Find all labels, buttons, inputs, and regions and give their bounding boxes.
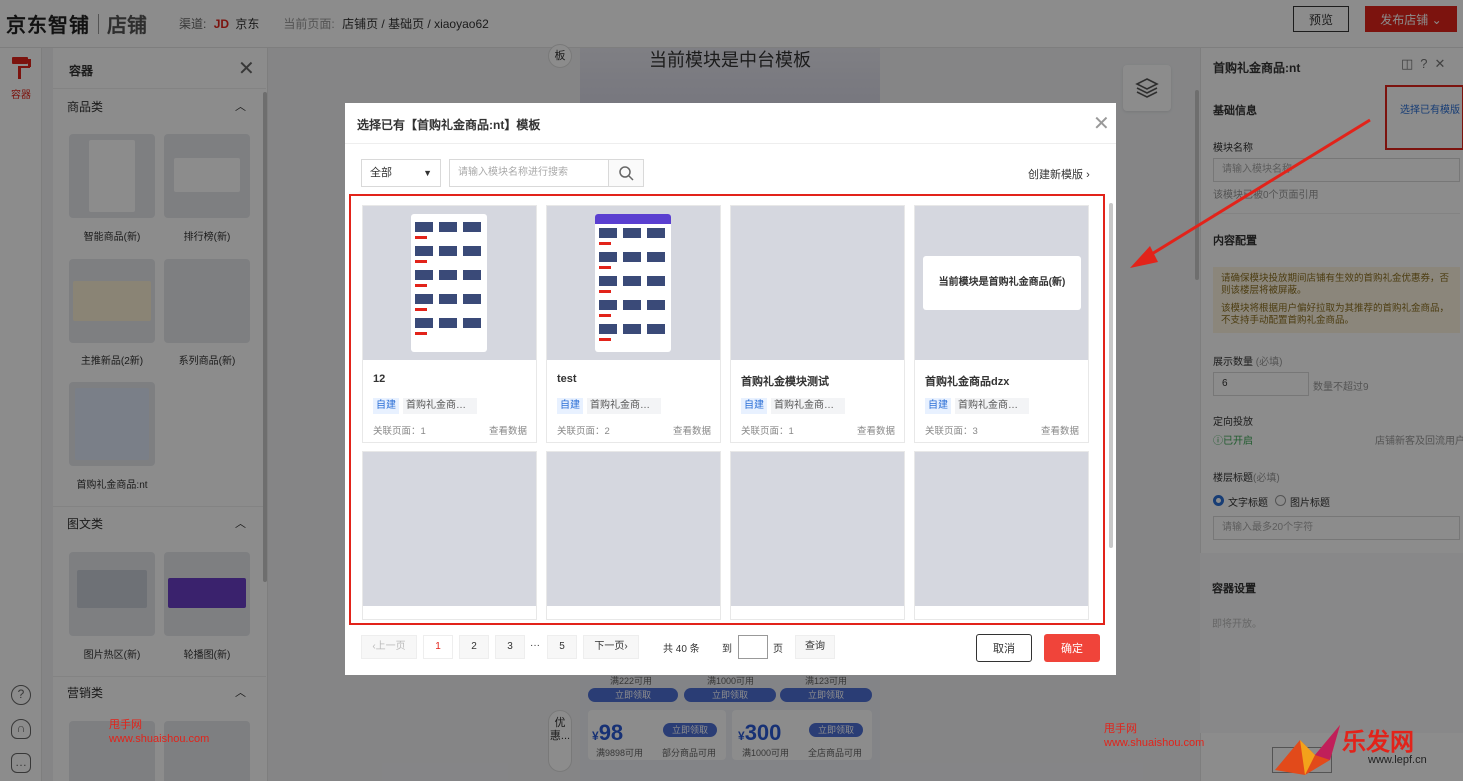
card-name: test [557,373,577,385]
template-card[interactable] [546,451,721,620]
template-card[interactable]: 当前模块是首购礼金商品(新) 首购礼金商品dzx 自建 首购礼金商品... 关联… [914,205,1089,443]
page-unit-label: 页 [773,644,783,655]
prev-label: 上一页 [375,641,406,652]
card-thumbnail [731,452,904,606]
related-count: 1 [788,426,794,437]
view-data-link[interactable]: 查看数据 [673,423,711,437]
watermark-name: 甩手网 [1104,723,1137,735]
page-ellipsis: ··· [530,640,540,651]
card-category: 首购礼金商品... [587,398,661,414]
card-thumbnail [547,452,720,606]
template-card[interactable] [730,451,905,620]
scrollbar[interactable] [1109,203,1113,548]
card-name: 12 [373,373,386,385]
related-count: 3 [972,426,978,437]
lefa-logo-watermark: 乐发网 www.lepf.cn [1270,718,1463,781]
close-icon[interactable]: ✕ [1093,111,1110,136]
template-card[interactable]: 首购礼金模块测试 自建 首购礼金商品... 关联页面：1 查看数据 [730,205,905,443]
card-thumbnail [547,206,720,360]
watermark-url: www.shuaishou.com [109,733,210,745]
card-tag: 自建 [741,398,767,414]
card-related-pages: 关联页面：1 [741,423,794,437]
card-category: 首购礼金商品... [403,398,477,414]
related-count: 2 [604,426,610,437]
card-category: 首购礼金商品... [771,398,845,414]
template-card[interactable] [362,451,537,620]
card-name: 首购礼金模块测试 [741,376,829,388]
watermark-right: 甩手网 www.shuaishou.com [1104,722,1204,750]
lefa-logo-text: 乐发网 [1342,729,1414,756]
card-thumbnail [915,452,1088,606]
next-label: 下一页 [594,641,625,652]
page-button-2[interactable]: 2 [459,635,489,659]
watermark-name: 甩手网 [109,719,142,731]
card-thumbnail [731,206,904,360]
module-banner: 当前模块是首购礼金商品(新) [923,256,1081,310]
filter-select[interactable]: 全部 ▼ [361,159,441,187]
template-search-input[interactable]: 请输入模块名称进行搜索 [449,159,609,187]
divider [345,143,1116,144]
create-new-label: 创建新模版 [1028,169,1083,181]
template-card[interactable]: 12 自建 首购礼金商品... 关联页面：1 查看数据 [362,205,537,443]
card-tag: 自建 [925,398,951,414]
filter-select-value: 全部 [370,167,392,179]
related-label: 关联页面： [373,426,421,437]
card-thumbnail [363,206,536,360]
card-name: 首购礼金商品dzx [925,376,1010,388]
view-data-link[interactable]: 查看数据 [489,423,527,437]
watermark-left: 甩手网 www.shuaishou.com [109,718,209,746]
card-related-pages: 关联页面：3 [925,423,978,437]
page-button-3[interactable]: 3 [495,635,525,659]
template-screenshot [411,214,487,352]
view-data-link[interactable]: 查看数据 [857,423,895,437]
caret-down-icon: ▼ [423,168,432,178]
dialog-title: 选择已有【首购礼金商品:nt】模板 [357,118,541,132]
query-button[interactable]: 查询 [795,635,835,659]
page-button-5[interactable]: 5 [547,635,577,659]
related-label: 关联页面： [741,426,789,437]
watermark-url: www.shuaishou.com [1104,737,1205,749]
template-card[interactable]: test 自建 首购礼金商品... 关联页面：2 查看数据 [546,205,721,443]
card-thumbnail [363,452,536,606]
prev-page-button[interactable]: ‹上一页 [361,635,417,659]
select-template-dialog: 选择已有【首购礼金商品:nt】模板 ✕ 全部 ▼ 请输入模块名称进行搜索 创建新… [345,103,1116,675]
lefa-logo-icon [1275,725,1340,775]
annotation-arrow [1130,118,1371,268]
next-page-button[interactable]: 下一页› [583,635,639,659]
goto-page-input[interactable] [738,635,768,659]
card-tag: 自建 [373,398,399,414]
related-count: 1 [420,426,426,437]
total-count: 共 40 条 [663,644,700,655]
template-card[interactable] [914,451,1089,620]
goto-label: 到 [722,644,732,655]
page-button-1[interactable]: 1 [423,635,453,659]
chevron-right-icon: › [624,641,628,652]
card-related-pages: 关联页面：1 [373,423,426,437]
card-tag: 自建 [557,398,583,414]
related-label: 关联页面： [925,426,973,437]
view-data-link[interactable]: 查看数据 [1041,423,1079,437]
confirm-button[interactable]: 确定 [1044,634,1100,662]
search-icon[interactable] [608,159,644,187]
cancel-button[interactable]: 取消 [976,634,1032,662]
card-thumbnail: 当前模块是首购礼金商品(新) [915,206,1088,360]
card-related-pages: 关联页面：2 [557,423,610,437]
create-new-template-link[interactable]: 创建新模版 › [1028,166,1090,182]
lefa-url: www.lepf.cn [1368,754,1427,766]
template-screenshot [595,214,671,352]
chevron-right-icon: › [1086,169,1090,181]
card-category: 首购礼金商品... [955,398,1029,414]
related-label: 关联页面： [557,426,605,437]
